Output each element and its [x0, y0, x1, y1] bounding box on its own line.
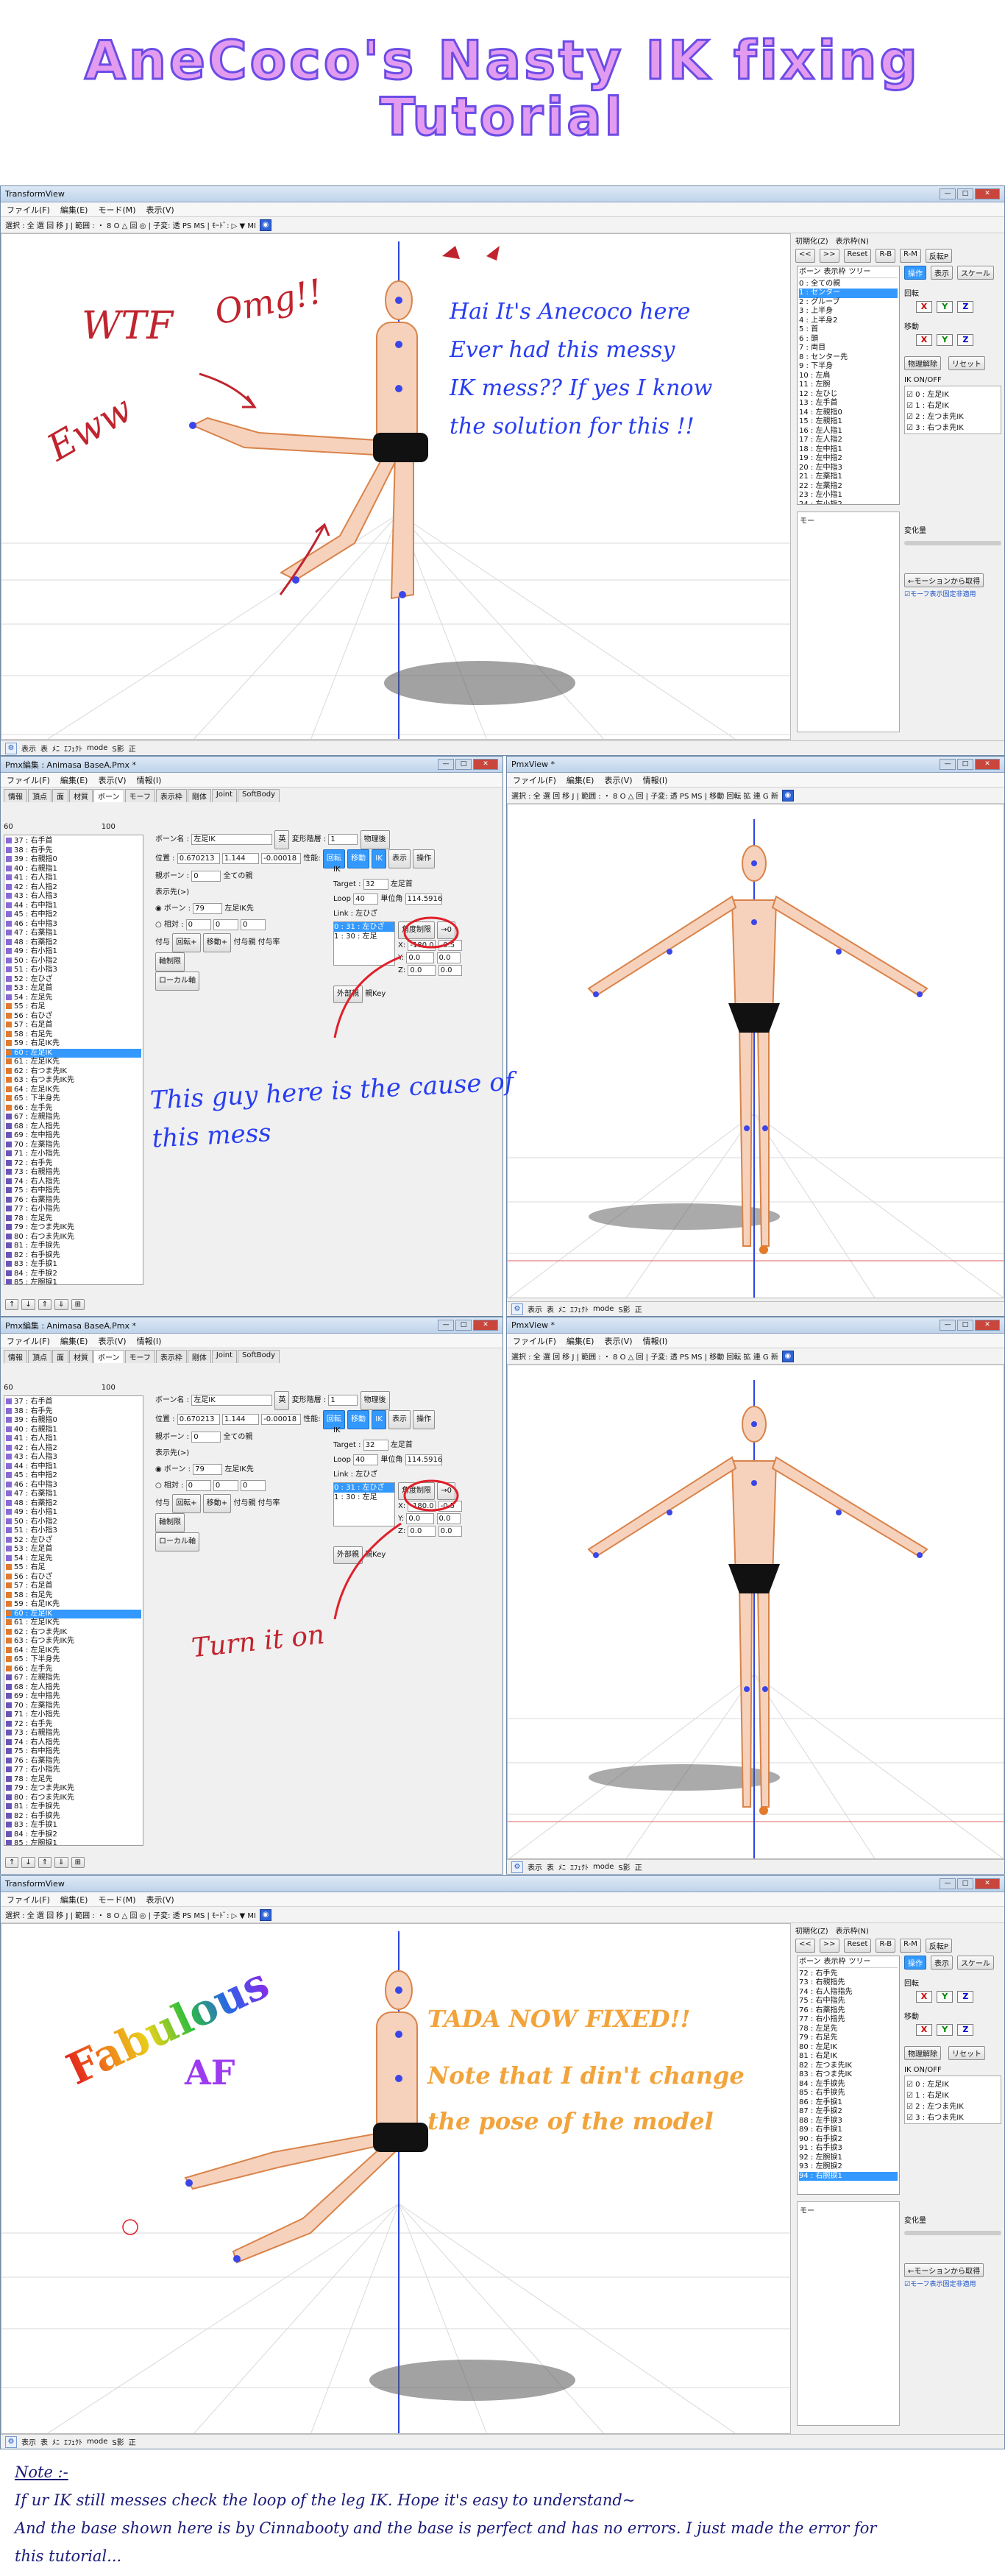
pose-note-annotation: Note that I din't change the pose of the…: [427, 2062, 745, 2135]
bone-list-item[interactable]: 72 : 右手先: [799, 1970, 898, 1979]
bone-list-item[interactable]: 83 : 右つま先IK: [799, 2070, 898, 2080]
scale-tab[interactable]: スケール: [957, 1956, 994, 1970]
nav-next-button[interactable]: >>: [819, 1939, 839, 1953]
minimize-button[interactable]: —: [940, 1878, 956, 1889]
display-frame-tab[interactable]: 表示枠(N): [836, 1925, 869, 1936]
morph-slider[interactable]: [904, 2231, 1001, 2235]
bone-list-item[interactable]: 90 : 右手捩2: [799, 2135, 898, 2145]
page-root: { "title": {"line1": "AneCoco's Nasty IK…: [0, 0, 1005, 2576]
morph-list[interactable]: モー: [797, 2201, 900, 2426]
morph-note[interactable]: ☑モーフ表示固定非適用: [904, 2279, 1001, 2288]
bone-list-item[interactable]: 73 : 右親指先: [799, 1978, 898, 1988]
ik-onoff-label: IK ON/OFF: [904, 2066, 942, 2074]
bone-list-item[interactable]: 94 : 右腕捩1: [799, 2171, 898, 2181]
ik-item[interactable]: ☑ 0 : 左足IK: [906, 2078, 999, 2089]
status-effect[interactable]: ｴﾌｪｸﾄ: [64, 2436, 82, 2447]
ops-panel: 操作 表示 スケール 回転 X Y Z 移動 X Y Z 物理解除 リセット I…: [904, 1956, 1001, 2124]
move-label: 移動: [904, 2013, 919, 2021]
close-button[interactable]: ✕: [975, 1878, 1000, 1889]
tada-annotation: TADA NOW FIXED!!: [427, 2005, 691, 2033]
menu-view[interactable]: 表示(V): [146, 1894, 174, 1906]
ops-tab[interactable]: 操作: [904, 1956, 926, 1970]
bone-list-item[interactable]: 78 : 左足先: [799, 2025, 898, 2034]
move-x-button[interactable]: X: [916, 2024, 932, 2036]
bone-list-item[interactable]: 84 : 左手捩先: [799, 2080, 898, 2090]
maximize-button[interactable]: □: [957, 1878, 973, 1889]
bone-list-item[interactable]: 87 : 左手捩2: [799, 2107, 898, 2117]
footer-line-1: If ur IK still messes check the loop of …: [15, 2491, 636, 2509]
bone-list-item[interactable]: 86 : 左手捩1: [799, 2098, 898, 2108]
bone-list-item[interactable]: 77 : 右小指先: [799, 2015, 898, 2025]
ik-item[interactable]: ☑ 3 : 右つま先IK: [906, 2111, 999, 2122]
transform-view-window-2: TransformView — □ ✕ ファイル(F) 編集(E) モード(M)…: [0, 1875, 1005, 2449]
bone-list-item[interactable]: 81 : 右足IK: [799, 2052, 898, 2062]
bone-list-item[interactable]: 75 : 右中指先: [799, 1997, 898, 2006]
status-display[interactable]: 表示: [21, 2436, 36, 2447]
bone-list-item[interactable]: 79 : 右足先: [799, 2034, 898, 2043]
ik-onoff-list: ☑ 0 : 左足IK ☑ 1 : 右足IK ☑ 2 : 左つま先IK ☑ 3 :…: [904, 2076, 1001, 2124]
bone-list-item[interactable]: 74 : 右人指指先: [799, 1988, 898, 1998]
move-y-button[interactable]: Y: [937, 2024, 953, 2036]
menu-file[interactable]: ファイル(F): [7, 1894, 50, 1906]
flip-button[interactable]: 反転P: [925, 1939, 952, 1953]
bone-list-items: 72 : 右手先 73 : 右親指先 74 : 右人指指先 75 : 右中指先 76 :…: [799, 1970, 898, 2181]
status-shadow[interactable]: S影: [112, 2436, 124, 2447]
ik-item[interactable]: ☑ 1 : 右足IK: [906, 2089, 999, 2100]
rotate-y-button[interactable]: Y: [937, 1991, 953, 2003]
list-tab-bone[interactable]: ボーン: [799, 1958, 821, 1967]
status-mode[interactable]: mode: [87, 2438, 107, 2446]
status-front[interactable]: 正: [129, 2436, 136, 2447]
status-menu[interactable]: ﾒﾆ: [52, 2436, 60, 2447]
display-tab[interactable]: 表示: [931, 1956, 953, 1970]
morph-label: モー: [800, 2207, 814, 2215]
menu-edit[interactable]: 編集(E): [60, 1894, 88, 1906]
bone-list-item[interactable]: 80 : 左足IK: [799, 2043, 898, 2053]
status-bar: ⚙ 表示 表 ﾒﾆ ｴﾌｪｸﾄ mode S影 正: [1, 2434, 1004, 2449]
reset-button[interactable]: Reset: [843, 1939, 872, 1953]
reset-all-tab[interactable]: 初期化(Z): [795, 1925, 828, 1936]
rotate-x-button[interactable]: X: [916, 1991, 932, 2003]
bone-list-item[interactable]: 82 : 左つま先IK: [799, 2062, 898, 2071]
bone-list-item[interactable]: 89 : 右手捩1: [799, 2126, 898, 2135]
menu-mode[interactable]: モード(M): [98, 1894, 135, 1906]
3d-viewport[interactable]: [1, 1923, 791, 2434]
footer-note: Note :- If ur IK still messes check the …: [15, 2458, 993, 2570]
move-z-button[interactable]: Z: [957, 2024, 974, 2036]
rb-button[interactable]: R-B: [876, 1939, 896, 1953]
menu-bar: ファイル(F) 編集(E) モード(M) 表示(V): [1, 1892, 1004, 1907]
ik-item[interactable]: ☑ 2 : 左つま先IK: [906, 2100, 999, 2111]
morph-get-button[interactable]: ←モーションから取得: [904, 2263, 984, 2277]
bone-list-item[interactable]: 76 : 右薬指先: [799, 2006, 898, 2016]
bone-list-item[interactable]: 93 : 左腕捩2: [799, 2162, 898, 2172]
af-annotation: AF: [185, 2053, 235, 2092]
toolbar-text[interactable]: 選択 : 全 選 回 移 J | 範囲 : ・ 8 O △ 回 ◎ | 子変: …: [5, 1909, 256, 1920]
bone-list-item[interactable]: 92 : 左腕捩1: [799, 2154, 898, 2163]
rotate-label: 回転: [904, 1980, 919, 1988]
physics-release-button[interactable]: 物理解除: [904, 2046, 941, 2060]
bone-list-item[interactable]: 91 : 右手捩3: [799, 2144, 898, 2154]
morph-amount-label: 変化量: [904, 2217, 926, 2225]
toolbar: 選択 : 全 選 回 移 J | 範囲 : ・ 8 O △ 回 ◎ | 子変: …: [1, 1907, 1004, 1923]
nav-prev-button[interactable]: <<: [795, 1939, 815, 1953]
bone-list-item[interactable]: 88 : 左手捩3: [799, 2117, 898, 2126]
rm-button[interactable]: R-M: [900, 1939, 921, 1953]
side-panel: 初期化(Z) 表示枠(N) << >> Reset R-B R-M 反転P ボー…: [794, 1923, 1004, 2434]
list-tab-frame[interactable]: 表示枠: [824, 1958, 846, 1967]
camera-icon[interactable]: ◉: [259, 1908, 271, 1921]
bone-list[interactable]: ボーン 表示枠 ツリー 72 : 右手先 73 : 右親指先 74 : 右人指指先 7…: [797, 1956, 900, 2195]
settings-icon[interactable]: ⚙: [5, 2435, 17, 2448]
morph-panel: 変化量 ←モーションから取得 ☑モーフ表示固定非適用: [904, 2214, 1001, 2288]
footer-line-2: And the base shown here is by Cinnabooty…: [15, 2519, 877, 2537]
footer-note-title: Note :-: [15, 2463, 68, 2481]
footer-line-3: this tutorial...: [15, 2547, 122, 2565]
bone-list-item[interactable]: 85 : 右手捩先: [799, 2089, 898, 2098]
rotate-z-button[interactable]: Z: [957, 1991, 974, 2003]
status-table[interactable]: 表: [40, 2436, 48, 2447]
list-tab-tree[interactable]: ツリー: [849, 1958, 871, 1967]
title-bar: TransformView — □ ✕: [1, 1876, 1004, 1892]
window-title: TransformView: [5, 1879, 65, 1889]
reset-pose-button[interactable]: リセット: [948, 2046, 985, 2060]
viewport-scene: [1, 1931, 790, 2433]
